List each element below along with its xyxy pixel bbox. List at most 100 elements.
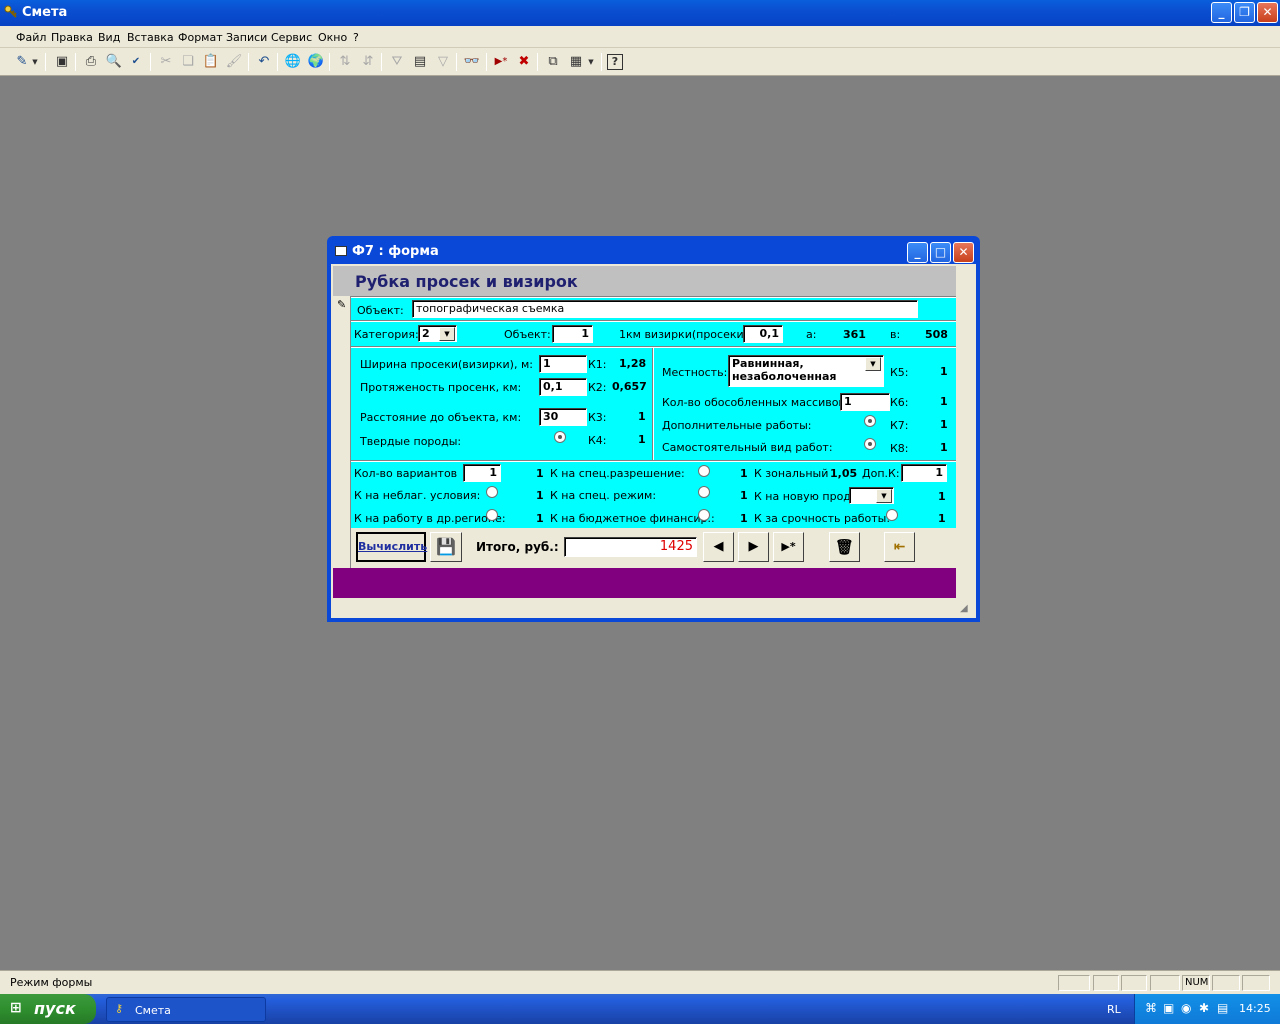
distance-field[interactable]: 30 xyxy=(539,408,587,426)
pencil-icon: ✎ xyxy=(337,298,347,311)
taskbar-item-smeta[interactable]: ⚷ Смета xyxy=(106,997,266,1022)
extra-option[interactable] xyxy=(864,415,876,427)
unfav-option[interactable] xyxy=(486,486,498,498)
save-icon[interactable]: ▣ xyxy=(52,52,72,72)
resize-grip-icon[interactable]: ◢ xyxy=(960,603,968,614)
web-icon[interactable]: 🌍 xyxy=(306,52,326,72)
special-perm-option[interactable] xyxy=(698,465,710,477)
chevron-down-icon[interactable]: ▼ xyxy=(876,489,892,503)
zonal-value: 1,05 xyxy=(830,467,858,480)
variants-field[interactable]: 1 xyxy=(463,464,501,482)
new-object-icon[interactable]: ▦ xyxy=(566,52,586,72)
new-object-dropdown-icon[interactable]: ▼ xyxy=(586,52,596,72)
save-record-icon[interactable]: 💾 xyxy=(430,532,462,562)
urgency-option[interactable] xyxy=(886,509,898,521)
security-icon[interactable]: ◉ xyxy=(1181,1001,1191,1015)
budget-option[interactable] xyxy=(698,509,710,521)
clock[interactable]: 14:25 xyxy=(1239,1002,1271,1015)
length-field[interactable]: 0,1 xyxy=(539,378,587,396)
region-option[interactable] xyxy=(486,509,498,521)
chevron-down-icon[interactable]: ▼ xyxy=(439,327,455,341)
delete-record-icon[interactable]: ✖ xyxy=(514,52,534,72)
undo-icon[interactable]: ↶ xyxy=(254,52,274,72)
menu-help[interactable]: ? xyxy=(353,31,359,44)
new-record-nav-icon[interactable]: ▶* xyxy=(773,532,804,562)
km-field[interactable]: 0,1 xyxy=(743,325,783,343)
sort-asc-icon[interactable]: ⇅ xyxy=(335,52,355,72)
minimize-button[interactable]: _ xyxy=(1211,2,1232,23)
hyperlink-icon[interactable]: 🌐 xyxy=(283,52,303,72)
database-window-icon[interactable]: ⧉ xyxy=(543,52,563,72)
status-cell xyxy=(1150,975,1180,991)
apply-filter-icon[interactable]: ▽ xyxy=(433,52,453,72)
sort-desc-icon[interactable]: ⇵ xyxy=(358,52,378,72)
rocks-option[interactable] xyxy=(554,431,566,443)
divider xyxy=(351,460,956,462)
menu-records[interactable]: Записи xyxy=(226,31,267,44)
print-preview-icon[interactable]: 🔍 xyxy=(104,52,124,72)
k1-value: 1,28 xyxy=(619,357,647,370)
language-indicator[interactable]: RL xyxy=(1107,1003,1121,1016)
form-close-button[interactable]: ✕ xyxy=(953,242,974,263)
status-num: NUM xyxy=(1182,975,1210,991)
close-button[interactable]: ✕ xyxy=(1257,2,1278,23)
copy-icon[interactable]: ❏ xyxy=(178,52,198,72)
print-icon[interactable]: ⎙ xyxy=(81,52,101,72)
network-icon[interactable]: ⌘ xyxy=(1145,1001,1157,1015)
form-minimize-button[interactable]: _ xyxy=(907,242,928,263)
cut-icon[interactable]: ✂ xyxy=(156,52,176,72)
menu-window[interactable]: Окно xyxy=(318,31,347,44)
object2-label: Объект: xyxy=(504,328,551,341)
k3-value: 1 xyxy=(638,410,646,423)
menu-edit[interactable]: Правка xyxy=(51,31,93,44)
b-value: 508 xyxy=(925,328,948,341)
app-tray-icon[interactable]: ▤ xyxy=(1217,1001,1228,1015)
bug-icon[interactable]: ✱ xyxy=(1199,1001,1209,1015)
special-perm-label: К на спец.разрешение: xyxy=(550,467,685,480)
record-selector[interactable]: ✎ xyxy=(333,296,351,568)
menu-file[interactable]: Файл xyxy=(16,31,46,44)
object-field[interactable]: топографическая съемка xyxy=(412,300,918,318)
trash-icon[interactable]: 🗑 xyxy=(829,532,860,562)
status-cell xyxy=(1058,975,1090,991)
terrain-select[interactable]: Равнинная, незаболоченная xyxy=(728,355,884,387)
paste-icon[interactable]: 📋 xyxy=(201,52,221,72)
view-icon[interactable]: ✎ xyxy=(12,52,32,72)
find-icon[interactable]: 👓 xyxy=(462,52,482,72)
restore-button[interactable]: ❐ xyxy=(1234,2,1255,23)
prev-record-icon[interactable]: ◀ xyxy=(703,532,734,562)
new-record-icon[interactable]: ▶* xyxy=(491,52,511,72)
menu-view[interactable]: Вид xyxy=(98,31,120,44)
next-record-icon[interactable]: ▶ xyxy=(738,532,769,562)
chevron-down-icon[interactable]: ▼ xyxy=(865,357,881,371)
unfav-label: К на неблаг. условия: xyxy=(354,489,481,502)
object2-field[interactable]: 1 xyxy=(552,325,593,343)
form-maximize-button[interactable]: □ xyxy=(930,242,951,263)
spelling-icon[interactable]: ✔ xyxy=(126,52,146,72)
special-mode-option[interactable] xyxy=(698,486,710,498)
menu-tools[interactable]: Сервис xyxy=(271,31,312,44)
menu-insert[interactable]: Вставка xyxy=(127,31,174,44)
exit-door-icon[interactable]: ⇤ xyxy=(884,532,915,562)
filter-form-icon[interactable]: ▤ xyxy=(410,52,430,72)
start-button[interactable]: ⊞ пуск xyxy=(0,994,96,1024)
massifs-field[interactable]: 1 xyxy=(840,393,890,411)
terrain-value-line2: незаболоченная xyxy=(732,370,837,383)
calculate-button[interactable]: Вычислить xyxy=(356,532,427,562)
menu-format[interactable]: Формат xyxy=(178,31,223,44)
k2-value: 0,657 xyxy=(612,380,647,393)
dop-field[interactable]: 1 xyxy=(901,464,947,482)
status-cell xyxy=(1212,975,1240,991)
help-icon[interactable]: ? xyxy=(607,54,623,70)
view-dropdown-icon[interactable]: ▼ xyxy=(30,52,40,72)
monitor-icon[interactable]: ▣ xyxy=(1163,1001,1174,1015)
filter-selection-icon[interactable]: ⛛ xyxy=(387,52,407,72)
format-painter-icon[interactable]: 🖌 xyxy=(224,52,244,72)
total-field[interactable]: 1425 xyxy=(564,537,697,557)
independent-option[interactable] xyxy=(864,438,876,450)
k8-label: К8: xyxy=(890,442,909,455)
distance-label: Расстояние до объекта, км: xyxy=(360,411,522,424)
km-label: 1км визирки(просеки): xyxy=(619,328,752,341)
width-field[interactable]: 1 xyxy=(539,355,587,373)
status-mode: Режим формы xyxy=(10,976,93,989)
